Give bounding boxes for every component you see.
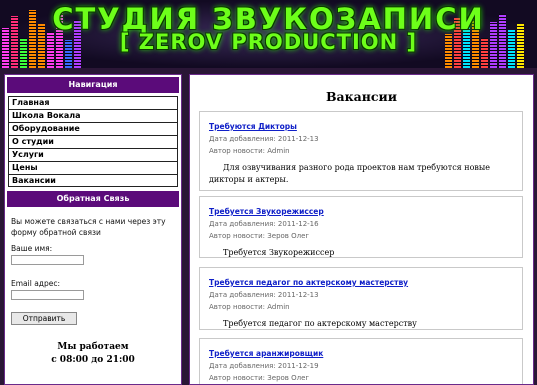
hours-line-2: с 08:00 до 21:00 bbox=[51, 355, 135, 365]
post-title-link[interactable]: Требуются Дикторы bbox=[209, 122, 512, 131]
post-author: Автор новости: Admin bbox=[209, 303, 290, 311]
post-text: Требуется Звукорежиссер bbox=[223, 248, 335, 257]
email-label: Email адрес: bbox=[11, 279, 60, 288]
hours-line-1: Мы работаем bbox=[57, 342, 129, 352]
post-title-link[interactable]: Требуется Звукорежиссер bbox=[209, 207, 512, 216]
nav-item-vocal-school[interactable]: Школа Вокала bbox=[8, 109, 178, 122]
post-date: Дата добавления: 2011-12-19 bbox=[209, 362, 319, 370]
post-date: Дата добавления: 2011-12-13 bbox=[209, 291, 319, 299]
feedback-description: Вы можете связаться с нами через эту фор… bbox=[11, 217, 166, 237]
post-card: Требуется аранжировщик Дата добавления: … bbox=[199, 338, 523, 384]
email-input[interactable] bbox=[11, 290, 84, 300]
feedback-heading: Обратная Связь bbox=[7, 191, 179, 207]
nav-item-services[interactable]: Услуги bbox=[8, 148, 178, 161]
nav-menu: Главная Школа Вокала Оборудование О студ… bbox=[8, 96, 178, 187]
nav-heading: Навигация bbox=[7, 77, 179, 93]
post-title-link[interactable]: Требуется аранжировщик bbox=[209, 349, 512, 358]
post-title-link[interactable]: Требуется педагог по актерскому мастерст… bbox=[209, 278, 512, 287]
post-author: Автор новости: Admin bbox=[209, 147, 290, 155]
post-card: Требуются Дикторы Дата добавления: 2011-… bbox=[199, 111, 523, 191]
page-title: Вакансии bbox=[325, 89, 398, 104]
nav-item-vacancies[interactable]: Вакансии bbox=[8, 174, 178, 187]
nav-item-home[interactable]: Главная bbox=[8, 96, 178, 109]
name-label: Ваше имя: bbox=[11, 244, 53, 253]
post-date: Дата добавления: 2011-12-16 bbox=[209, 220, 319, 228]
post-date: Дата добавления: 2011-12-13 bbox=[209, 135, 319, 143]
post-text: Для озвучивания разного рода проектов на… bbox=[209, 163, 491, 184]
post-author: Автор новости: Зеров Олег bbox=[209, 374, 310, 382]
post-author: Автор новости: Зеров Олег bbox=[209, 232, 310, 240]
sidebar: Навигация Главная Школа Вокала Оборудова… bbox=[4, 74, 182, 385]
nav-item-equipment[interactable]: Оборудование bbox=[8, 122, 178, 135]
main-content: Вакансии Требуются Дикторы Дата добавлен… bbox=[189, 74, 534, 385]
post-card: Требуется педагог по актерскому мастерст… bbox=[199, 267, 523, 330]
name-input[interactable] bbox=[11, 255, 84, 265]
post-card: Требуется Звукорежиссер Дата добавления:… bbox=[199, 196, 523, 258]
nav-item-about[interactable]: О студии bbox=[8, 135, 178, 148]
nav-item-prices[interactable]: Цены bbox=[8, 161, 178, 174]
header-banner: СТУДИЯ ЗВУКОЗАПИСИ [ ZEROV PRODUCTION ] bbox=[0, 0, 537, 68]
send-button[interactable]: Отправить bbox=[11, 312, 77, 325]
post-text: Требуется педагог по актерскому мастерст… bbox=[223, 319, 417, 328]
site-subtitle: [ ZEROV PRODUCTION ] bbox=[119, 30, 418, 54]
